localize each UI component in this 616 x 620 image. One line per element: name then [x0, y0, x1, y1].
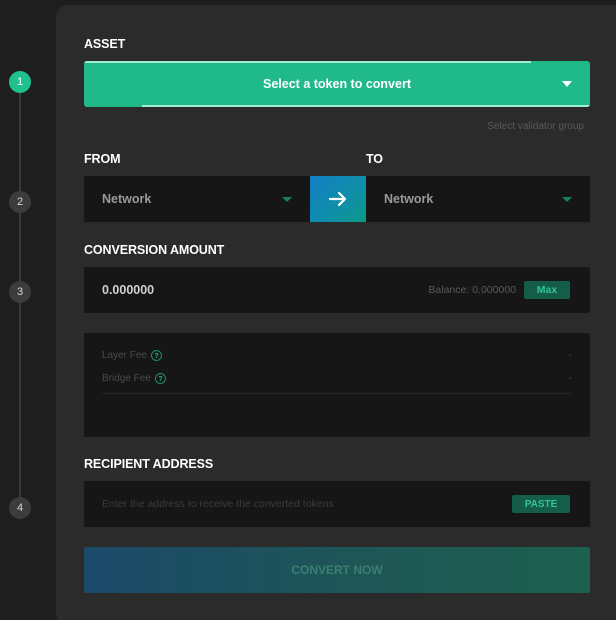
fee-divider	[102, 393, 572, 394]
fees-box: Layer Fee ? - Bridge Fee ? -	[84, 333, 590, 437]
asset-label: ASSET	[84, 37, 126, 51]
from-network-select[interactable]: Network	[84, 176, 310, 222]
caret-down-icon	[562, 197, 572, 202]
convert-now-button[interactable]: CONVERT NOW	[84, 547, 590, 593]
amount-field[interactable]: 0.000000 Balance: 0.000000 Max	[84, 267, 590, 313]
step-3-indicator: 3	[9, 281, 31, 303]
asset-progress-bottom	[142, 105, 590, 107]
to-label: TO	[366, 152, 383, 166]
step-4-indicator: 4	[9, 497, 31, 519]
converter-page: 1 2 3 4 ASSET Select a token to convert …	[0, 0, 616, 620]
from-label: FROM	[84, 152, 121, 166]
asset-select[interactable]: Select a token to convert	[84, 61, 590, 107]
caret-down-icon	[282, 197, 292, 202]
conversion-amount-label: CONVERSION AMOUNT	[84, 243, 225, 257]
fee-row-layer: Layer Fee ? -	[102, 348, 572, 362]
asset-select-text: Select a token to convert	[263, 77, 411, 91]
step-2-indicator: 2	[9, 191, 31, 213]
to-network-value: Network	[384, 192, 434, 206]
asset-progress-top	[84, 61, 531, 63]
recipient-address-label: RECIPIENT ADDRESS	[84, 457, 214, 471]
from-network-value: Network	[102, 192, 152, 206]
fee-row-bridge: Bridge Fee ? -	[102, 371, 572, 385]
help-icon[interactable]: ?	[151, 349, 163, 361]
fee-name: Layer Fee	[102, 349, 148, 361]
caret-down-icon	[562, 81, 572, 87]
validator-group-link[interactable]: Select validator group	[487, 121, 584, 132]
arrow-right-icon	[329, 191, 347, 207]
help-icon[interactable]: ?	[154, 372, 166, 384]
swap-direction-button[interactable]	[310, 176, 366, 222]
to-network-select[interactable]: Network	[366, 176, 590, 222]
fee-value: -	[568, 349, 572, 361]
recipient-address-input[interactable]	[102, 494, 482, 514]
recipient-field: PASTE	[84, 481, 590, 527]
paste-button[interactable]: PASTE	[512, 495, 570, 513]
step-1-indicator: 1	[9, 71, 31, 93]
fee-name: Bridge Fee	[102, 372, 151, 384]
amount-value: 0.000000	[102, 283, 155, 297]
fee-value: -	[568, 372, 572, 384]
max-button[interactable]: Max	[524, 281, 570, 299]
balance-text: Balance: 0.000000	[428, 284, 516, 296]
